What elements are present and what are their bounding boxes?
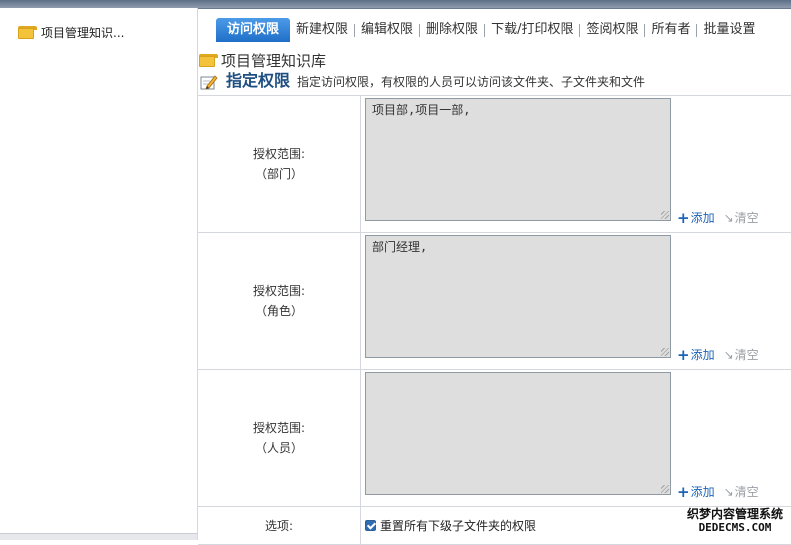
clear-person-link[interactable]: ↘ 清空	[724, 483, 759, 500]
scope-label: 授权范围:	[252, 284, 306, 298]
scope-field-cell: 部门经理, + 添加 ↘ 清空	[361, 233, 791, 369]
resize-grip[interactable]	[661, 485, 669, 493]
clear-label: 清空	[734, 485, 759, 499]
clear-label: 清空	[734, 211, 759, 225]
watermark-line1: 织梦内容管理系统	[686, 507, 783, 521]
reset-subfolders-label[interactable]: 重置所有下级子文件夹的权限	[380, 517, 536, 534]
edit-icon	[200, 75, 218, 90]
department-textarea[interactable]: 项目部,项目一部,	[365, 98, 671, 221]
clear-arrow-icon: ↘	[723, 210, 734, 225]
tab-download-print-permission[interactable]: 下载/打印权限	[485, 19, 579, 41]
clear-arrow-icon: ↘	[723, 484, 734, 499]
add-label: 添加	[690, 485, 715, 499]
permission-tabs: 访问权限 新建权限 编辑权限 删除权限 下载/打印权限 签阅权限 所有者 批量设…	[216, 18, 762, 42]
folder-open-icon	[199, 53, 218, 67]
tab-owner[interactable]: 所有者	[645, 19, 696, 41]
person-textarea[interactable]	[365, 372, 671, 495]
scope-type: （角色）	[254, 304, 303, 318]
clear-arrow-icon: ↘	[723, 347, 734, 362]
heading-description: 指定访问权限，有权限的人员可以访问该文件夹、子文件夹和文件	[297, 75, 646, 89]
scope-label-cell: 授权范围: （人员）	[198, 370, 361, 506]
options-label-cell: 选项:	[198, 507, 361, 544]
clear-department-link[interactable]: ↘ 清空	[724, 209, 759, 226]
scope-label-cell: 授权范围: （部门）	[198, 96, 361, 232]
horizontal-scrollbar[interactable]	[0, 533, 197, 540]
tab-edit-permission[interactable]: 编辑权限	[355, 19, 419, 41]
add-role-link[interactable]: + 添加	[677, 346, 715, 363]
scope-type: （部门）	[254, 167, 303, 181]
scope-field-cell: + 添加 ↘ 清空	[361, 370, 791, 506]
add-label: 添加	[690, 211, 715, 225]
permission-form: 授权范围: （部门） 项目部,项目一部, + 添加 ↘ 清空 授权范围: （角色）	[198, 95, 791, 545]
heading-title: 指定权限	[226, 71, 291, 90]
role-actions: + 添加 ↘ 清空	[677, 346, 759, 363]
watermark-line2: DEDECMS.COM	[698, 521, 772, 534]
scope-label-cell: 授权范围: （角色）	[198, 233, 361, 369]
clear-role-link[interactable]: ↘ 清空	[724, 346, 759, 363]
add-person-link[interactable]: + 添加	[677, 483, 715, 500]
add-label: 添加	[690, 348, 715, 362]
plus-icon: +	[677, 345, 690, 364]
reset-subfolders-checkbox[interactable]	[365, 520, 376, 531]
scope-field-cell: 项目部,项目一部, + 添加 ↘ 清空	[361, 96, 791, 232]
plus-icon: +	[677, 208, 690, 227]
department-value: 项目部,项目一部,	[372, 103, 471, 117]
scope-row-department: 授权范围: （部门） 项目部,项目一部, + 添加 ↘ 清空	[198, 96, 791, 233]
resize-grip[interactable]	[661, 211, 669, 219]
person-actions: + 添加 ↘ 清空	[677, 483, 759, 500]
section-heading: 指定权限 指定访问权限，有权限的人员可以访问该文件夹、子文件夹和文件	[200, 69, 645, 91]
resize-grip[interactable]	[661, 348, 669, 356]
role-value: 部门经理,	[372, 240, 428, 254]
tree-item-folder[interactable]: 项目管理知识...	[18, 23, 124, 41]
scope-label: 授权范围:	[252, 421, 306, 435]
tab-access-permission[interactable]: 访问权限	[216, 18, 291, 42]
scope-row-person: 授权范围: （人员） + 添加 ↘ 清空	[198, 370, 791, 507]
scope-row-role: 授权范围: （角色） 部门经理, + 添加 ↘ 清空	[198, 233, 791, 370]
plus-icon: +	[677, 482, 690, 501]
main-panel: 访问权限 新建权限 编辑权限 删除权限 下载/打印权限 签阅权限 所有者 批量设…	[198, 8, 791, 545]
tree-item-label: 项目管理知识...	[41, 25, 125, 40]
clear-label: 清空	[734, 348, 759, 362]
watermark: 织梦内容管理系统 DEDECMS.COM	[686, 507, 783, 535]
department-actions: + 添加 ↘ 清空	[677, 209, 759, 226]
tab-create-permission[interactable]: 新建权限	[290, 19, 354, 41]
options-label: 选项:	[264, 518, 294, 533]
add-department-link[interactable]: + 添加	[677, 209, 715, 226]
folder-icon	[18, 25, 37, 39]
sidebar: 项目管理知识...	[0, 8, 198, 540]
tab-delete-permission[interactable]: 删除权限	[420, 19, 484, 41]
tab-review-permission[interactable]: 签阅权限	[580, 19, 644, 41]
scope-label: 授权范围:	[252, 147, 306, 161]
tab-batch-settings[interactable]: 批量设置	[697, 19, 761, 41]
scope-type: （人员）	[254, 441, 303, 455]
role-textarea[interactable]: 部门经理,	[365, 235, 671, 358]
